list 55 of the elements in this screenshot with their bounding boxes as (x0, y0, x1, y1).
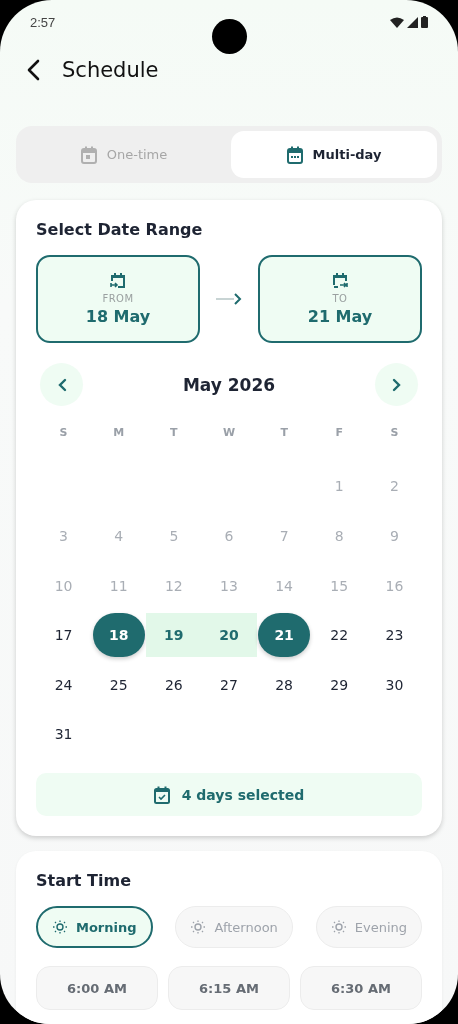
time-slot-button[interactable]: 6:00 AM (36, 966, 158, 1011)
time-period-chip[interactable]: Morning (36, 906, 153, 949)
weekday-label: S (58, 424, 69, 441)
weekday-label: T (169, 424, 179, 441)
tab[interactable]: Multi-day (231, 131, 437, 178)
calendar-day[interactable]: 21 (258, 613, 311, 658)
page-title: Schedule (62, 58, 159, 82)
back-icon[interactable] (26, 59, 40, 81)
calendar-day[interactable]: 22 (313, 613, 366, 658)
calendar-day[interactable]: 27 (203, 662, 255, 707)
section-title: Start Time (36, 871, 132, 891)
calendar-day[interactable]: 30 (368, 662, 421, 707)
sun-icon (190, 920, 207, 935)
chevron-left-icon (56, 377, 67, 392)
calendar-day[interactable]: 31 (37, 712, 90, 757)
weekday-label: W (221, 424, 237, 441)
sun-icon (52, 920, 68, 935)
selection-summary-text: 4 days selected (181, 786, 305, 803)
signal-icon (407, 16, 418, 28)
battery-icon (421, 16, 428, 28)
to-date-box[interactable]: TO 21 May (258, 255, 422, 343)
calendar-arrow-icon (109, 272, 127, 290)
calendar-icon (80, 145, 97, 164)
to-label: TO (332, 293, 348, 304)
chevron-right-icon (391, 377, 402, 392)
calendar-day[interactable]: 18 (92, 613, 145, 658)
time-slot-button[interactable]: 6:30 AM (300, 966, 422, 1011)
time-slot-button[interactable]: 6:15 AM (168, 966, 290, 1011)
previous-month-button[interactable] (40, 363, 83, 406)
calendar-day[interactable]: 26 (147, 662, 200, 707)
calendar-check-icon (153, 785, 170, 804)
calendar-arrow-icon (331, 272, 349, 290)
month-title: May 2026 (182, 374, 276, 395)
from-date-box[interactable]: FROM 18 May (36, 255, 200, 343)
arrow-icon (216, 293, 242, 305)
status-time: 2:57 (30, 14, 56, 30)
calendar-day[interactable]: 23 (368, 613, 421, 658)
calendar-day[interactable]: 28 (258, 662, 311, 707)
calendar-day[interactable]: 17 (37, 613, 90, 658)
weekday-label: M (112, 424, 126, 441)
weekday-label: F (334, 424, 345, 441)
to-date: 21 May (307, 307, 373, 326)
from-label: FROM (102, 293, 134, 304)
next-month-button[interactable] (375, 363, 418, 406)
calendar-icon (286, 145, 303, 164)
camera-hole (212, 19, 247, 54)
section-title: Select Date Range (36, 220, 204, 239)
weekday-label: S (389, 424, 400, 441)
calendar-day[interactable]: 29 (313, 662, 366, 707)
from-date: 18 May (85, 307, 151, 326)
calendar-day[interactable]: 24 (37, 662, 90, 707)
sun-icon (330, 920, 347, 935)
calendar-day[interactable]: 25 (92, 662, 145, 707)
wifi-icon (390, 16, 404, 28)
weekday-label: T (279, 424, 289, 441)
